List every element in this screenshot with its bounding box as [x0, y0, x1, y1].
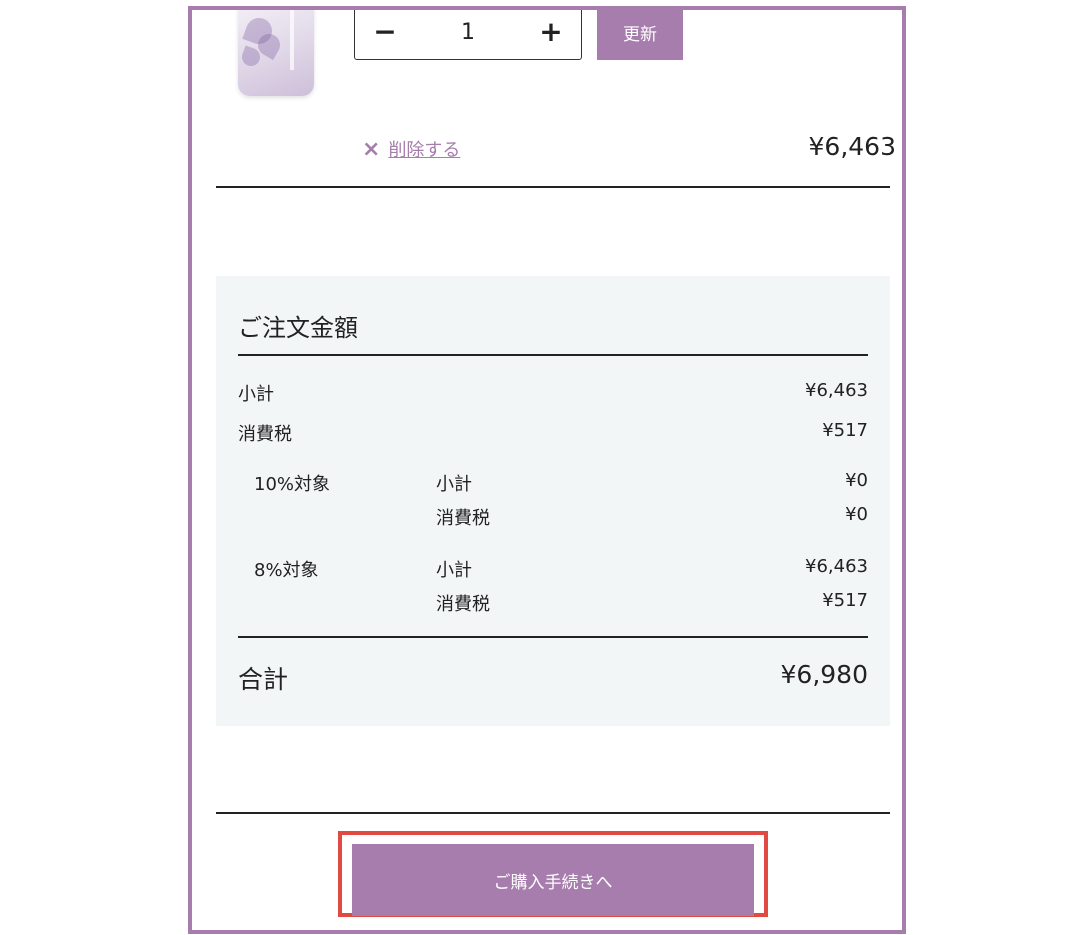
summary-divider	[238, 354, 868, 356]
tax-label: 消費税	[238, 424, 292, 445]
breakdown-tax-label: 消費税	[436, 508, 490, 529]
breakdown-group-label: 8%対象	[254, 560, 319, 581]
subtotal-label: 小計	[238, 384, 274, 405]
breakdown-subtotal-value: ¥0	[845, 470, 868, 491]
package-stripe	[290, 10, 294, 70]
close-icon: ×	[362, 136, 381, 162]
item-divider	[216, 186, 890, 188]
breakdown-tax-value: ¥517	[822, 590, 868, 611]
breakdown-tax-value: ¥0	[845, 504, 868, 525]
summary-title: ご注文金額	[238, 314, 358, 342]
order-summary: ご注文金額 小計 ¥6,463 消費税 ¥517 10%対象 小計 ¥0 消費税…	[216, 276, 890, 726]
cart-panel: − 1 + 更新 × 削除する ¥6,463 ご注文金額 小計 ¥6,463 消…	[188, 6, 906, 934]
checkout-button[interactable]: ご購入手続きへ	[352, 844, 754, 916]
quantity-value[interactable]: 1	[461, 20, 475, 45]
item-price: ¥6,463	[808, 132, 896, 161]
tax-value: ¥517	[822, 420, 868, 441]
breakdown-subtotal-label: 小計	[436, 474, 472, 495]
remove-item-link[interactable]: × 削除する	[362, 136, 460, 162]
total-label: 合計	[238, 665, 289, 694]
update-button[interactable]: 更新	[597, 10, 683, 60]
subtotal-value: ¥6,463	[805, 380, 868, 401]
increase-quantity-button[interactable]: +	[539, 18, 563, 46]
total-value: ¥6,980	[780, 660, 868, 689]
decrease-quantity-button[interactable]: −	[373, 18, 397, 46]
total-divider	[238, 636, 868, 638]
remove-item-label[interactable]: 削除する	[388, 136, 460, 162]
quantity-stepper: − 1 +	[354, 10, 582, 60]
checkout-divider	[216, 812, 890, 814]
product-image[interactable]	[238, 10, 314, 96]
breakdown-tax-label: 消費税	[436, 594, 490, 615]
breakdown-group-label: 10%対象	[254, 474, 331, 495]
breakdown-subtotal-value: ¥6,463	[805, 556, 868, 577]
breakdown-subtotal-label: 小計	[436, 560, 472, 581]
